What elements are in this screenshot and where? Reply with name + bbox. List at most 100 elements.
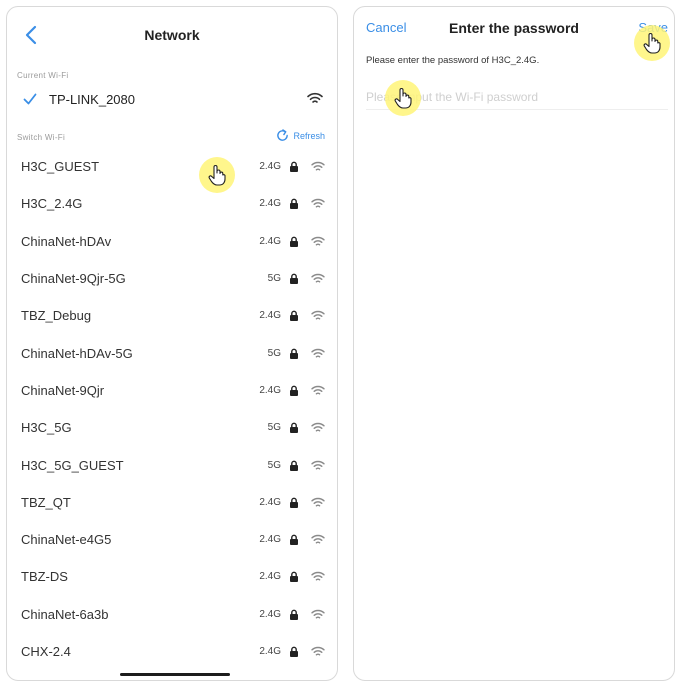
wifi-icon: [311, 646, 325, 656]
tap-indicator: [385, 80, 421, 116]
home-indicator: [120, 673, 230, 676]
wifi-network-row[interactable]: H3C_5G 5G: [7, 409, 337, 446]
wifi-ssid: ChinaNet-hDAv-5G: [21, 345, 133, 361]
network-panel: Network Current Wi-Fi TP-LINK_2080 Switc…: [6, 6, 338, 681]
wifi-band: 2.4G: [259, 235, 281, 247]
lock-icon: [290, 422, 298, 434]
switch-wifi-header: Switch Wi-Fi Refresh: [7, 126, 337, 148]
wifi-network-row[interactable]: ChinaNet-9Qjr-5G 5G: [7, 260, 337, 297]
wifi-ssid: TBZ_QT: [21, 494, 71, 510]
wifi-icon: [311, 572, 325, 581]
wifi-network-row[interactable]: ChinaNet-hDAv-5G 5G: [7, 334, 337, 371]
wifi-band: 2.4G: [259, 571, 281, 583]
wifi-icon: [311, 460, 325, 470]
wifi-meta: 2.4G: [255, 372, 325, 409]
lock-icon: [290, 199, 298, 210]
wifi-band: 2.4G: [259, 161, 281, 173]
wifi-network-row[interactable]: H3C_GUEST 2.4G: [7, 148, 337, 185]
current-wifi-ssid: TP-LINK_2080: [49, 91, 135, 107]
wifi-meta: 2.4G: [255, 297, 325, 334]
wifi-band: 2.4G: [259, 384, 281, 396]
wifi-network-row[interactable]: TBZ-DS 2.4G: [7, 558, 337, 595]
wifi-meta: 2.4G: [255, 633, 325, 670]
wifi-band: 5G: [267, 273, 281, 285]
wifi-ssid: ChinaNet-9Qjr: [21, 382, 105, 398]
wifi-ssid: ChinaNet-e4G5: [21, 532, 112, 548]
lock-icon: [290, 497, 298, 508]
wifi-meta: 2.4G: [255, 596, 325, 633]
wifi-band: 2.4G: [259, 608, 281, 620]
hand-pointer-icon: [643, 33, 661, 54]
wifi-icon: [311, 609, 325, 619]
wifi-band: 2.4G: [259, 310, 281, 322]
wifi-band: 5G: [267, 347, 281, 359]
wifi-band: 5G: [267, 459, 281, 471]
current-wifi-label: Current Wi-Fi: [17, 71, 69, 80]
wifi-ssid: H3C_GUEST: [21, 159, 100, 175]
lock-icon: [290, 572, 298, 583]
wifi-icon: [311, 311, 325, 320]
password-panel: Enter the password Cancel Save Please en…: [353, 6, 675, 681]
wifi-ssid: TBZ-DS: [21, 569, 68, 585]
lock-icon: [290, 609, 298, 620]
wifi-network-row[interactable]: CHX-2.4 2.4G: [7, 633, 337, 670]
wifi-band: 2.4G: [259, 646, 281, 657]
wifi-network-row[interactable]: ChinaNet-9Qjr 2.4G: [7, 372, 337, 409]
wifi-icon: [311, 273, 325, 283]
back-chevron-icon[interactable]: [21, 22, 43, 48]
wifi-icon: [311, 161, 325, 171]
lock-icon: [290, 161, 298, 173]
wifi-network-row[interactable]: H3C_2.4G 2.4G: [7, 185, 337, 222]
wifi-meta: 2.4G: [255, 223, 325, 260]
wifi-icon: [311, 497, 325, 507]
lock-icon: [290, 273, 298, 285]
wifi-meta: 5G: [255, 260, 325, 297]
page-title: Network: [144, 27, 200, 43]
wifi-icon: [311, 423, 325, 432]
refresh-icon: [277, 129, 289, 141]
wifi-meta: 5G: [255, 409, 325, 446]
wifi-ssid: CHX-2.4: [21, 644, 71, 659]
wifi-band: 2.4G: [259, 534, 281, 546]
lock-icon: [290, 348, 298, 359]
wifi-ssid: H3C_5G: [21, 420, 72, 436]
wifi-icon: [307, 92, 323, 103]
nav-bar: Network: [7, 7, 337, 63]
password-description: Please enter the password of H3C_2.4G.: [366, 55, 540, 66]
wifi-list: H3C_GUEST 2.4G H3C_2.4G 2.4G ChinaNet-hDAv 2.…: [7, 148, 337, 670]
wifi-icon: [311, 236, 325, 246]
cancel-button[interactable]: Cancel: [366, 20, 406, 35]
wifi-network-row[interactable]: ChinaNet-hDAv 2.4G: [7, 223, 337, 260]
lock-icon: [290, 236, 298, 247]
wifi-band: 2.4G: [259, 198, 281, 210]
refresh-label: Refresh: [293, 130, 325, 141]
wifi-network-row[interactable]: ChinaNet-e4G5 2.4G: [7, 521, 337, 558]
lock-icon: [290, 385, 298, 396]
current-wifi-row[interactable]: TP-LINK_2080: [7, 80, 337, 118]
wifi-ssid: H3C_2.4G: [21, 196, 83, 212]
tap-indicator: [199, 157, 235, 193]
wifi-network-row[interactable]: ChinaNet-6a3b 2.4G: [7, 596, 337, 633]
wifi-ssid: TBZ_Debug: [21, 308, 92, 324]
lock-icon: [290, 646, 298, 657]
lock-icon: [290, 460, 298, 471]
lock-icon: [290, 310, 298, 322]
check-icon: [23, 93, 37, 105]
wifi-band: 5G: [267, 422, 281, 434]
wifi-meta: 2.4G: [255, 185, 325, 222]
wifi-meta: 2.4G: [255, 558, 325, 595]
wifi-ssid: ChinaNet-9Qjr-5G: [21, 271, 126, 287]
wifi-network-row[interactable]: TBZ_Debug 2.4G: [7, 297, 337, 334]
switch-wifi-label: Switch Wi-Fi: [17, 133, 66, 142]
wifi-ssid: H3C_5G_GUEST: [21, 457, 124, 473]
wifi-network-row[interactable]: TBZ_QT 2.4G: [7, 484, 337, 521]
wifi-meta: 2.4G: [255, 484, 325, 521]
hand-pointer-icon: [208, 165, 226, 186]
wifi-band: 2.4G: [259, 496, 281, 508]
wifi-network-row[interactable]: H3C_5G_GUEST 5G: [7, 446, 337, 483]
wifi-icon: [311, 534, 325, 544]
tap-indicator: [634, 25, 670, 61]
wifi-meta: 2.4G: [255, 521, 325, 558]
refresh-button[interactable]: Refresh: [276, 129, 325, 142]
wifi-meta: 5G: [255, 334, 325, 371]
